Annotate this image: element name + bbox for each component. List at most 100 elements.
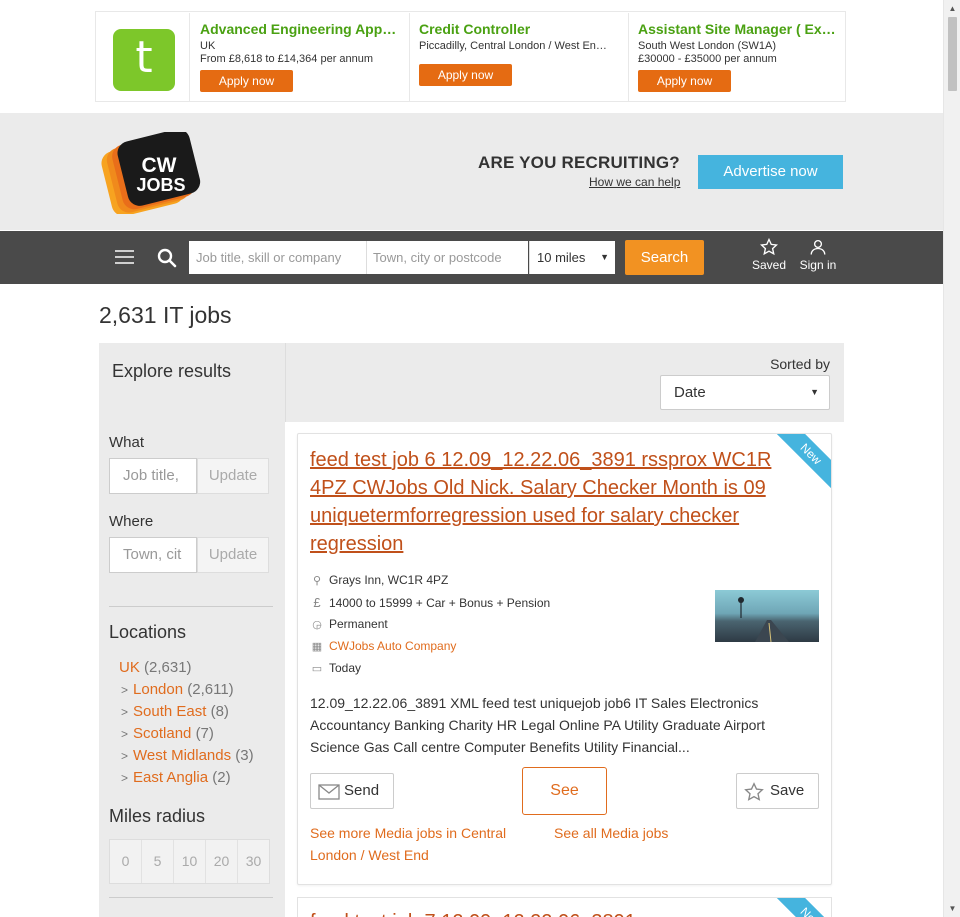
job-ad-strip: t Advanced Engineering Appr… UK From £8,… — [95, 11, 846, 102]
radius-option[interactable]: 20 — [206, 840, 238, 883]
ad-title[interactable]: Advanced Engineering Appr… — [200, 21, 401, 37]
advertise-now-button[interactable]: Advertise now — [698, 155, 843, 189]
job-company-link[interactable]: CWJobs Auto Company — [329, 639, 456, 653]
chevron-right-icon: > — [121, 727, 129, 741]
location-filter-london[interactable]: > London (2,611) — [121, 681, 234, 698]
where-update-button[interactable]: Update — [197, 537, 269, 573]
vertical-scrollbar[interactable]: ▲ ▼ — [943, 0, 960, 917]
location-name: South East — [133, 703, 207, 720]
job-description: 12.09_12.22.06_3891 XML feed test unique… — [310, 695, 765, 755]
cwjobs-logo[interactable]: CW JOBS — [101, 132, 205, 214]
explore-results-bar: Explore results Sorted by Date ▼ — [99, 343, 844, 422]
ad-title[interactable]: Credit Controller — [419, 21, 620, 37]
see-all-media-jobs-link[interactable]: See all Media jobs — [554, 822, 668, 844]
ad-location: UK — [200, 40, 216, 52]
star-icon — [760, 238, 778, 256]
location-filter-scotland[interactable]: > Scotland (7) — [121, 725, 214, 742]
job-salary: £14000 to 15999 + Car + Bonus + Pension — [310, 595, 550, 610]
ad-salary: £30000 - £35000 per annum — [638, 53, 777, 65]
logo-text-cw: CW — [142, 154, 177, 177]
ad-card[interactable]: Advanced Engineering Appr… UK From £8,61… — [191, 13, 410, 102]
where-label: Where — [109, 513, 154, 530]
what-update-button[interactable]: Update — [197, 458, 269, 494]
location-count: (2,631) — [144, 659, 192, 676]
keyword-search-input[interactable] — [189, 241, 367, 274]
location-name: UK — [119, 659, 140, 676]
radius-option[interactable]: 10 — [174, 840, 206, 883]
building-icon: ▦ — [311, 641, 323, 653]
where-filter-input[interactable]: Town, cit — [109, 537, 197, 573]
ad-title[interactable]: Assistant Site Manager ( Ext… — [638, 21, 837, 37]
filters-sidebar: What Job title, Update Where Town, cit U… — [99, 422, 285, 917]
location-count: (2) — [212, 769, 231, 786]
radius-option[interactable]: 0 — [110, 840, 142, 883]
scroll-down-arrow-icon[interactable]: ▼ — [944, 900, 960, 917]
logo-text-jobs: JOBS — [136, 175, 185, 195]
envelope-icon — [318, 784, 340, 800]
apply-now-button[interactable]: Apply now — [419, 64, 512, 86]
location-filter-west-midlands[interactable]: > West Midlands (3) — [121, 747, 254, 764]
radius-select[interactable]: 10 miles ▼ — [529, 241, 615, 274]
job-title-link[interactable]: feed test job 6 12.09_12.22.06_3891 rssp… — [310, 446, 780, 558]
saved-jobs-link[interactable]: Saved — [747, 238, 791, 272]
job-type: ◶ Permanent — [310, 617, 388, 631]
job-location: ⚲ Grays Inn, WC1R 4PZ — [310, 573, 448, 587]
scrollbar-thumb[interactable] — [948, 17, 957, 91]
miles-radius-selector[interactable]: 0 5 10 20 30 — [109, 839, 270, 884]
sign-in-link[interactable]: Sign in — [796, 238, 840, 272]
scroll-up-arrow-icon[interactable]: ▲ — [944, 0, 960, 17]
locations-heading: Locations — [109, 622, 187, 642]
location-name: East Anglia — [133, 769, 209, 786]
location-name: London — [133, 681, 184, 698]
divider — [109, 897, 273, 898]
how-we-can-help-link[interactable]: How we can help — [589, 175, 680, 189]
chevron-right-icon: > — [121, 771, 129, 785]
contract-type-icon: ◶ — [312, 619, 322, 631]
ad-logo[interactable]: t — [97, 13, 190, 102]
divider — [109, 606, 273, 607]
job-title-link[interactable]: feed test job 7 12.09_12.22.06_3891 — [310, 908, 780, 917]
location-filter-east-anglia[interactable]: > East Anglia (2) — [121, 769, 231, 786]
chevron-right-icon: > — [121, 749, 129, 763]
star-icon — [744, 782, 764, 801]
job-result-card[interactable]: New feed test job 6 12.09_12.22.06_3891 … — [297, 433, 832, 885]
ad-salary: From £8,618 to £14,364 per annum — [200, 53, 374, 65]
chevron-down-icon: ▼ — [600, 252, 609, 262]
ad-card[interactable]: Assistant Site Manager ( Ext… South West… — [629, 13, 845, 102]
ad-location: South West London (SW1A) — [638, 40, 776, 52]
sort-select-value: Date — [674, 384, 706, 401]
job-company[interactable]: ▦ CWJobs Auto Company — [310, 639, 457, 653]
location-count: (7) — [195, 725, 214, 742]
what-filter-input[interactable]: Job title, — [109, 458, 197, 494]
ad-location: Piccadilly, Central London / West En… — [419, 40, 607, 52]
chevron-right-icon: > — [121, 705, 129, 719]
radius-option[interactable]: 5 — [142, 840, 174, 883]
map-pin-icon: ⚲ — [312, 575, 322, 587]
sort-select[interactable]: Date ▼ — [660, 375, 830, 410]
search-icon[interactable] — [157, 248, 177, 268]
send-job-button[interactable]: Send — [310, 773, 394, 809]
sorted-by-label: Sorted by — [770, 356, 830, 372]
company-image — [715, 590, 819, 643]
job-result-card[interactable]: New feed test job 7 12.09_12.22.06_3891 — [297, 897, 832, 917]
location-filter-uk[interactable]: UK (2,631) — [119, 659, 192, 676]
what-label: What — [109, 434, 145, 451]
location-name: West Midlands — [133, 747, 232, 764]
ad-card[interactable]: Credit Controller Piccadilly, Central Lo… — [410, 13, 629, 102]
save-job-button[interactable]: Save — [736, 773, 819, 809]
location-filter-south-east[interactable]: > South East (8) — [121, 703, 229, 720]
sign-in-label: Sign in — [799, 258, 837, 272]
apply-now-button[interactable]: Apply now — [200, 70, 293, 92]
job-location-text: Grays Inn, WC1R 4PZ — [329, 573, 449, 587]
see-more-media-jobs-link[interactable]: See more Media jobs in Central London / … — [310, 822, 540, 866]
search-button[interactable]: Search — [625, 240, 704, 275]
hamburger-menu-icon[interactable] — [115, 250, 134, 264]
location-search-input[interactable] — [367, 241, 528, 274]
see-job-button[interactable]: See — [522, 767, 607, 815]
apply-now-button[interactable]: Apply now — [638, 70, 731, 92]
explore-results-heading: Explore results — [112, 361, 232, 381]
saved-label: Saved — [751, 258, 787, 272]
location-count: (2,611) — [187, 681, 234, 698]
chevron-down-icon: ▼ — [810, 387, 819, 397]
radius-option[interactable]: 30 — [238, 840, 269, 883]
